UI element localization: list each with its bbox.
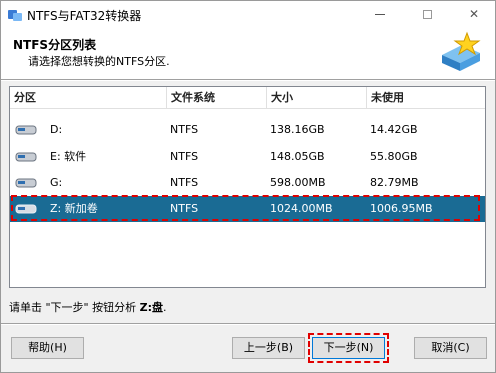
maximize-button[interactable] — [412, 1, 442, 29]
status-prefix: 请单击 "下一步" 按钮分析 — [9, 301, 140, 314]
partition-fs: NTFS — [170, 150, 199, 163]
column-header-filesystem[interactable]: 文件系统 — [167, 87, 267, 109]
status-suffix: . — [162, 301, 167, 314]
partition-size: 598.00MB — [270, 176, 326, 189]
column-header-size[interactable]: 大小 — [267, 87, 367, 109]
close-button[interactable]: ✕ — [459, 1, 489, 29]
minimize-button[interactable] — [365, 1, 395, 29]
page-title: NTFS分区列表 — [13, 38, 97, 52]
wizard-header: NTFS分区列表 请选择您想转换的NTFS分区. — [1, 29, 495, 79]
app-icon — [7, 7, 23, 23]
partition-name: G: — [50, 176, 63, 189]
hard-disk-icon — [15, 152, 37, 163]
partition-fs: NTFS — [170, 176, 199, 189]
partition-size: 138.16GB — [270, 123, 325, 136]
header-divider — [1, 79, 495, 81]
status-drive: Z:盘 — [139, 301, 163, 314]
help-button[interactable]: 帮助(H) — [11, 337, 84, 359]
back-button[interactable]: 上一步(B) — [232, 337, 305, 359]
table-row[interactable]: E: 软件 NTFS 148.05GB 55.80GB — [10, 144, 485, 170]
partition-name: D: — [50, 123, 63, 136]
status-message: 请单击 "下一步" 按钮分析 Z:盘. — [9, 299, 166, 315]
partition-free: 14.42GB — [370, 123, 418, 136]
hard-disk-icon — [15, 178, 37, 189]
next-highlight — [308, 333, 389, 363]
partition-size: 148.05GB — [270, 150, 325, 163]
column-header-free[interactable]: 未使用 — [367, 87, 485, 109]
partition-fs: NTFS — [170, 123, 199, 136]
converter-window: NTFS与FAT32转换器 ✕ NTFS分区列表 请选择您想转换的NTFS分区.… — [0, 0, 496, 373]
list-header: 分区 文件系统 大小 未使用 — [10, 87, 485, 109]
partition-name: E: 软件 — [50, 150, 87, 163]
selection-highlight — [11, 195, 480, 221]
title-bar: NTFS与FAT32转换器 ✕ — [1, 1, 495, 29]
partition-free: 82.79MB — [370, 176, 419, 189]
table-row[interactable]: G: NTFS 598.00MB 82.79MB — [10, 170, 485, 196]
table-row[interactable]: D: NTFS 138.16GB 14.42GB — [10, 117, 485, 143]
hard-disk-icon — [15, 125, 37, 136]
page-subtitle: 请选择您想转换的NTFS分区. — [28, 55, 170, 68]
footer-divider — [1, 323, 495, 325]
disk-star-icon — [438, 31, 484, 75]
cancel-button[interactable]: 取消(C) — [414, 337, 487, 359]
column-header-partition[interactable]: 分区 — [10, 87, 167, 109]
window-title: NTFS与FAT32转换器 — [27, 9, 142, 23]
partition-free: 55.80GB — [370, 150, 418, 163]
partition-list[interactable]: 分区 文件系统 大小 未使用 D: NTFS 138.16GB 14.42GB … — [9, 86, 486, 288]
